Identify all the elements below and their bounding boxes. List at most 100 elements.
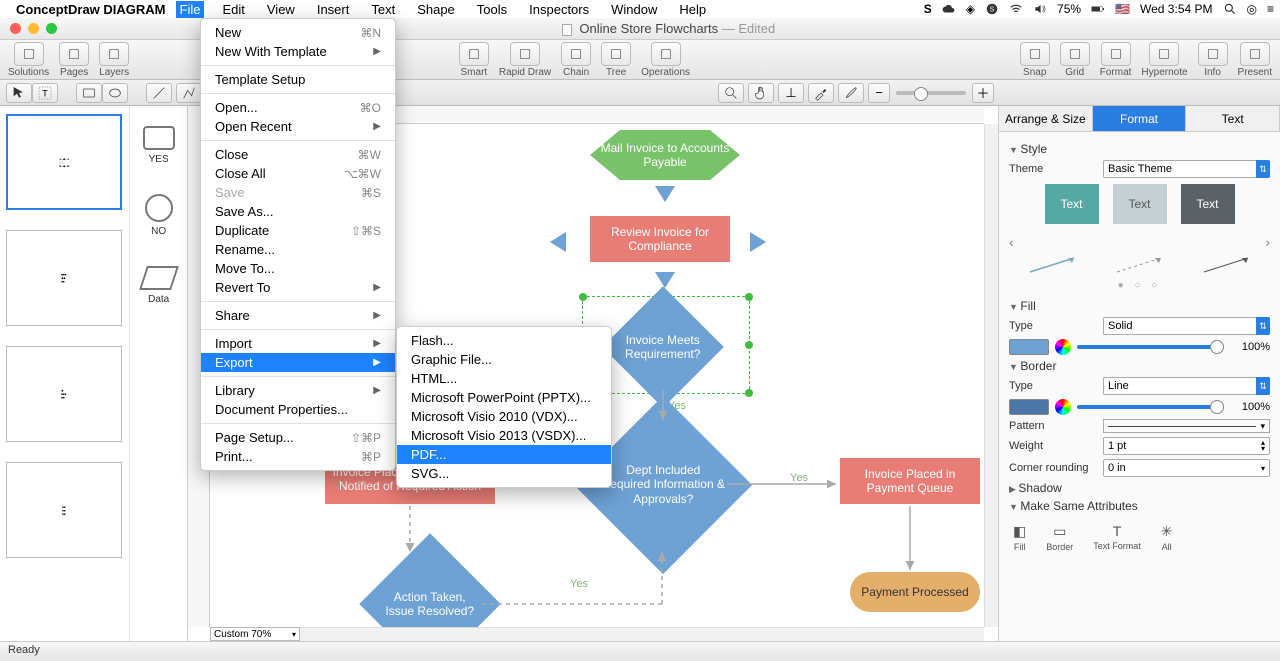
zoom-slider[interactable] xyxy=(896,91,966,95)
file-menu-new-with-template[interactable]: New With Template▶ xyxy=(201,42,395,61)
ellipse-tool[interactable] xyxy=(102,83,128,103)
node-mail-invoice[interactable]: Mail Invoice to Accounts Payable xyxy=(590,130,740,180)
zoom-out-button[interactable]: − xyxy=(868,83,890,103)
tb-rapid-draw[interactable]: Rapid Draw xyxy=(499,42,551,78)
wifi-icon[interactable] xyxy=(1009,2,1023,16)
file-menu-duplicate[interactable]: Duplicate⇧⌘S xyxy=(201,221,395,240)
fill-color-button[interactable] xyxy=(1009,339,1049,355)
tb-snap[interactable]: Snap xyxy=(1020,42,1050,78)
export-pdf[interactable]: PDF... xyxy=(397,445,611,464)
pan-tool[interactable] xyxy=(748,83,774,103)
swatch-3[interactable]: Text xyxy=(1181,184,1235,224)
page-thumb-4[interactable]: ■■■■■■ xyxy=(6,462,122,558)
export-svg[interactable]: SVG... xyxy=(397,464,611,483)
line-tool[interactable] xyxy=(146,83,172,103)
page-thumb-2[interactable]: ■■■◆◆■■ xyxy=(6,230,122,326)
export-microsoft-visio-2013-vsdx[interactable]: Microsoft Visio 2013 (VSDX)... xyxy=(397,426,611,445)
border-type-select[interactable]: Line⇅ xyxy=(1103,377,1270,395)
tb-tree[interactable]: Tree xyxy=(601,42,631,78)
page-thumb-1[interactable]: ●─◆─●│ │■─◆─■ xyxy=(6,114,122,210)
border-opacity-slider[interactable] xyxy=(1077,405,1224,409)
corner-rounding-input[interactable]: 0 in▾ xyxy=(1103,459,1270,477)
battery-icon[interactable] xyxy=(1091,2,1105,16)
menu-help[interactable]: Help xyxy=(675,1,710,18)
node-action-taken[interactable]: Action Taken, Issue Resolved? xyxy=(359,533,500,641)
app-name[interactable]: ConceptDraw DIAGRAM xyxy=(16,2,166,17)
file-menu-print[interactable]: Print...⌘P xyxy=(201,447,395,466)
flag-icon[interactable]: 🇺🇸 xyxy=(1115,2,1130,16)
window-close-button[interactable] xyxy=(10,23,21,34)
zoom-in-button[interactable]: ＋ xyxy=(972,83,994,103)
shadow-header[interactable]: Shadow xyxy=(1009,481,1270,495)
menu-shape[interactable]: Shape xyxy=(413,1,459,18)
zoom-tool[interactable] xyxy=(718,83,744,103)
swatch-prev[interactable]: ‹ xyxy=(1009,234,1014,250)
window-zoom-button[interactable] xyxy=(46,23,57,34)
file-menu-open-recent[interactable]: Open Recent▶ xyxy=(201,117,395,136)
tb-chain[interactable]: Chain xyxy=(561,42,591,78)
menu-tools[interactable]: Tools xyxy=(473,1,511,18)
file-menu-revert-to[interactable]: Revert To▶ xyxy=(201,278,395,297)
same-fill[interactable]: ◧Fill xyxy=(1013,523,1026,552)
same-attrs-header[interactable]: Make Same Attributes xyxy=(1009,499,1270,513)
menu-insert[interactable]: Insert xyxy=(313,1,354,18)
skype-icon[interactable]: S xyxy=(985,2,999,16)
tb-grid[interactable]: Grid xyxy=(1060,42,1090,78)
export-microsoft-powerpoint-pptx[interactable]: Microsoft PowerPoint (PPTX)... xyxy=(397,388,611,407)
export-html[interactable]: HTML... xyxy=(397,369,611,388)
menu-window[interactable]: Window xyxy=(607,1,661,18)
file-menu-template-setup[interactable]: Template Setup xyxy=(201,70,395,89)
stamp-tool[interactable]: ⊥ xyxy=(778,83,804,103)
fill-type-select[interactable]: Solid⇅ xyxy=(1103,317,1270,335)
same-text-format[interactable]: TText Format xyxy=(1093,523,1141,552)
spotlight-icon[interactable] xyxy=(1223,2,1237,16)
menu-view[interactable]: View xyxy=(263,1,299,18)
menu-text[interactable]: Text xyxy=(367,1,399,18)
file-menu-share[interactable]: Share▶ xyxy=(201,306,395,325)
tb-layers[interactable]: Layers xyxy=(99,42,129,78)
tb-solutions[interactable]: Solutions xyxy=(8,42,49,78)
node-payment-processed[interactable]: Payment Processed xyxy=(850,572,980,612)
export-microsoft-visio-2010-vdx[interactable]: Microsoft Visio 2010 (VDX)... xyxy=(397,407,611,426)
zoom-combo[interactable]: Custom 70%▾ xyxy=(210,627,300,641)
menu-edit[interactable]: Edit xyxy=(218,1,248,18)
fill-colorwheel-button[interactable] xyxy=(1055,339,1071,355)
swatch-1[interactable]: Text xyxy=(1045,184,1099,224)
file-menu-move-to[interactable]: Move To... xyxy=(201,259,395,278)
shape-yes[interactable]: YES xyxy=(132,110,185,180)
dropbox-icon[interactable]: ◈ xyxy=(966,2,975,16)
border-header[interactable]: Border xyxy=(1009,359,1270,373)
file-menu-library[interactable]: Library▶ xyxy=(201,381,395,400)
file-menu-export[interactable]: Export▶ xyxy=(201,353,395,372)
swatch-2[interactable]: Text xyxy=(1113,184,1167,224)
text-tool[interactable]: T xyxy=(32,83,58,103)
volume-icon[interactable] xyxy=(1033,2,1047,16)
vertical-scrollbar[interactable] xyxy=(984,124,998,627)
node-payment-queue[interactable]: Invoice Placed in Payment Queue xyxy=(840,458,980,504)
polyline-tool[interactable] xyxy=(176,83,202,103)
menu-extra-s-icon[interactable]: S xyxy=(924,2,932,16)
shape-no[interactable]: NO xyxy=(132,180,185,250)
file-menu-close[interactable]: Close⌘W xyxy=(201,145,395,164)
swatch-next[interactable]: › xyxy=(1265,234,1270,250)
inspector-tab-text[interactable]: Text xyxy=(1186,106,1280,131)
fill-opacity-slider[interactable] xyxy=(1077,345,1224,349)
file-menu-document-properties[interactable]: Document Properties... xyxy=(201,400,395,419)
theme-select[interactable]: Basic Theme⇅ xyxy=(1103,160,1270,178)
shape-data[interactable]: Data xyxy=(132,250,185,320)
inspector-tab-arrange-size[interactable]: Arrange & Size xyxy=(999,106,1093,131)
eyedropper-tool[interactable] xyxy=(808,83,834,103)
notifications-icon[interactable]: ≡ xyxy=(1267,2,1274,16)
tb-hypernote[interactable]: Hypernote xyxy=(1141,42,1187,78)
file-menu-new[interactable]: New⌘N xyxy=(201,23,395,42)
page-thumb-3[interactable]: ◆■■■■■ xyxy=(6,346,122,442)
brush-tool[interactable] xyxy=(838,83,864,103)
file-menu-open[interactable]: Open...⌘O xyxy=(201,98,395,117)
border-colorwheel-button[interactable] xyxy=(1055,399,1071,415)
export-graphic-file[interactable]: Graphic File... xyxy=(397,350,611,369)
border-color-button[interactable] xyxy=(1009,399,1049,415)
siri-icon[interactable]: ◎ xyxy=(1247,2,1257,16)
file-menu-rename[interactable]: Rename... xyxy=(201,240,395,259)
file-menu-close-all[interactable]: Close All⌥⌘W xyxy=(201,164,395,183)
tb-operations[interactable]: Operations xyxy=(641,42,690,78)
